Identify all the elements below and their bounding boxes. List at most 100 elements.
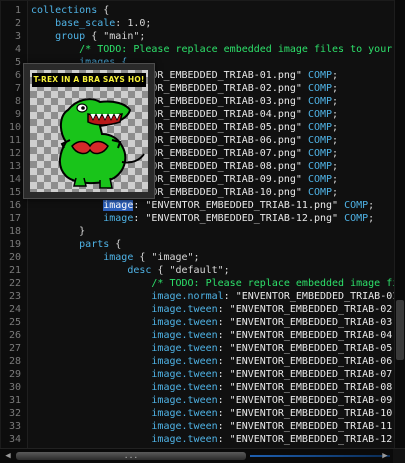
code-line[interactable]: 2 base_scale: 1.0;	[1, 17, 394, 30]
line-number: 30	[8, 382, 21, 393]
line-number: 21	[8, 265, 21, 276]
code-token: image	[31, 213, 134, 224]
code-token: image.tween	[31, 434, 218, 445]
line-number: 3	[14, 31, 21, 42]
code-token: {	[115, 239, 122, 250]
code-token: parts	[31, 239, 116, 250]
code-line[interactable]: 23 image.normal: "ENVENTOR_EMBEDDED_TRIA…	[1, 290, 394, 303]
horizontal-scrollbar[interactable]: ◀ ... ▶	[0, 448, 405, 463]
code-token: /* TODO: Please replace embedded image f…	[31, 44, 395, 55]
code-token: : "ENVENTOR_EMBEDDED_TRIAB-02.png"	[217, 304, 394, 315]
code-token: : "ENVENTOR_EMBEDDED_TRIAB-12.png"	[133, 213, 345, 224]
line-number: 20	[8, 252, 21, 263]
code-token: image	[31, 252, 140, 263]
code-line[interactable]: 27 image.tween: "ENVENTOR_EMBEDDED_TRIAB…	[1, 342, 394, 355]
code-line[interactable]: 25 image.tween: "ENVENTOR_EMBEDDED_TRIAB…	[1, 316, 394, 329]
code-line[interactable]: 28 image.tween: "ENVENTOR_EMBEDDED_TRIAB…	[1, 355, 394, 368]
code-line[interactable]: 34 image.tween: "ENVENTOR_EMBEDDED_TRIAB…	[1, 433, 394, 446]
horizontal-scroll-thumb[interactable]: ...	[16, 452, 246, 460]
code-line[interactable]: 1 collections {	[1, 4, 394, 17]
code-token: COMP	[307, 187, 333, 198]
line-number: 25	[8, 317, 21, 328]
code-line[interactable]: 22 /* TODO: Please replace embedded imag…	[1, 277, 395, 290]
code-token: image.tween	[31, 421, 218, 432]
code-token: COMP	[344, 213, 369, 224]
code-line[interactable]: 16 image: "ENVENTOR_EMBEDDED_TRIAB-11.pn…	[1, 199, 394, 212]
code-line[interactable]: 32 image.tween: "ENVENTOR_EMBEDDED_TRIAB…	[1, 407, 394, 420]
code-token: ;	[368, 200, 375, 211]
code-token: collections	[31, 5, 104, 16]
code-token: : "ENVENTOR_EMBEDDED_TRIAB-06.png"	[217, 356, 394, 367]
line-number: 24	[8, 304, 21, 315]
code-token: : "ENVENTOR_EMBEDDED_TRIAB-11.png"	[217, 421, 394, 432]
line-number: 5	[14, 57, 21, 68]
line-number: 26	[8, 330, 21, 341]
code-token: { "default";	[157, 265, 230, 276]
line-number: 32	[8, 408, 21, 419]
line-number: 29	[8, 369, 21, 380]
line-number: 2	[14, 18, 21, 29]
line-number: 16	[8, 200, 21, 211]
code-line[interactable]: 19 parts {	[1, 238, 394, 251]
code-line[interactable]: 3 group { "main";	[1, 30, 394, 43]
line-number: 18	[8, 226, 21, 237]
code-token: COMP	[307, 161, 333, 172]
selected-text: image	[103, 200, 134, 211]
code-line[interactable]: 33 image.tween: "ENVENTOR_EMBEDDED_TRIAB…	[1, 420, 394, 433]
code-token: image.tween	[31, 356, 218, 367]
scroll-right-arrow-icon[interactable]: ▶	[379, 450, 391, 462]
line-number: 33	[8, 421, 21, 432]
scroll-left-arrow-icon[interactable]: ◀	[2, 450, 14, 462]
code-token: : "ENVENTOR_EMBEDDED_TRIAB-07.png"	[217, 369, 394, 380]
code-token: }	[31, 226, 86, 237]
code-token: : "ENVENTOR_EMBEDDED_TRIAB-05.png"	[217, 343, 394, 354]
line-number: 31	[8, 395, 21, 406]
image-preview-tooltip: T-REX IN A BRA SAYS HO!	[23, 63, 155, 199]
line-number: 28	[8, 356, 21, 367]
code-line[interactable]: 4 /* TODO: Please replace embedded image…	[1, 43, 395, 56]
code-line[interactable]: 26 image.tween: "ENVENTOR_EMBEDDED_TRIAB…	[1, 329, 394, 342]
code-token: /* TODO: Please replace embedded image f…	[31, 278, 395, 289]
code-token: image.tween	[31, 330, 218, 341]
code-token: COMP	[344, 200, 369, 211]
code-editor[interactable]: 1 collections {2 base_scale: 1.0; 3 group …	[0, 0, 395, 449]
code-token: {	[103, 5, 110, 16]
line-number: 8	[14, 96, 21, 107]
code-line[interactable]: 31 image.tween: "ENVENTOR_EMBEDDED_TRIAB…	[1, 394, 394, 407]
line-number: 13	[8, 161, 21, 172]
code-token: image.tween	[31, 395, 218, 406]
code-line[interactable]: 21 desc { "default";	[1, 264, 394, 277]
code-token: image.tween	[31, 369, 218, 380]
line-number: 34	[8, 434, 21, 445]
line-number: 10	[8, 122, 21, 133]
code-token: COMP	[307, 135, 333, 146]
code-token: group	[31, 31, 92, 42]
code-line[interactable]: 20 image { "image";	[1, 251, 394, 264]
code-token: ;	[332, 174, 339, 185]
code-token: COMP	[307, 148, 333, 159]
vertical-scrollbar[interactable]	[394, 0, 405, 449]
code-token: { "main";	[91, 31, 146, 42]
code-token: image.tween	[31, 317, 218, 328]
code-line[interactable]: 29 image.tween: "ENVENTOR_EMBEDDED_TRIAB…	[1, 368, 394, 381]
code-token: ;	[332, 109, 339, 120]
line-number: 17	[8, 213, 21, 224]
code-token: : 1.0;	[115, 18, 152, 29]
code-token: ;	[332, 187, 339, 198]
code-token: ;	[368, 213, 375, 224]
line-number: 6	[14, 70, 21, 81]
code-token: base_scale	[31, 18, 116, 29]
code-line[interactable]: 30 image.tween: "ENVENTOR_EMBEDDED_TRIAB…	[1, 381, 394, 394]
code-token: COMP	[307, 174, 333, 185]
image-preview: T-REX IN A BRA SAYS HO!	[30, 70, 148, 192]
code-token: ;	[332, 161, 339, 172]
vertical-scroll-thumb[interactable]	[396, 300, 404, 360]
line-number: 23	[8, 291, 21, 302]
t-rex-image-preview-icon	[59, 98, 145, 189]
code-line[interactable]: 17 image: "ENVENTOR_EMBEDDED_TRIAB-12.pn…	[1, 212, 394, 225]
code-token: COMP	[307, 122, 333, 133]
code-line[interactable]: 24 image.tween: "ENVENTOR_EMBEDDED_TRIAB…	[1, 303, 394, 316]
code-token: : "ENVENTOR_EMBEDDED_TRIAB-09.png"	[217, 395, 394, 406]
line-number: 14	[8, 174, 21, 185]
code-line[interactable]: 18 }	[1, 225, 394, 238]
